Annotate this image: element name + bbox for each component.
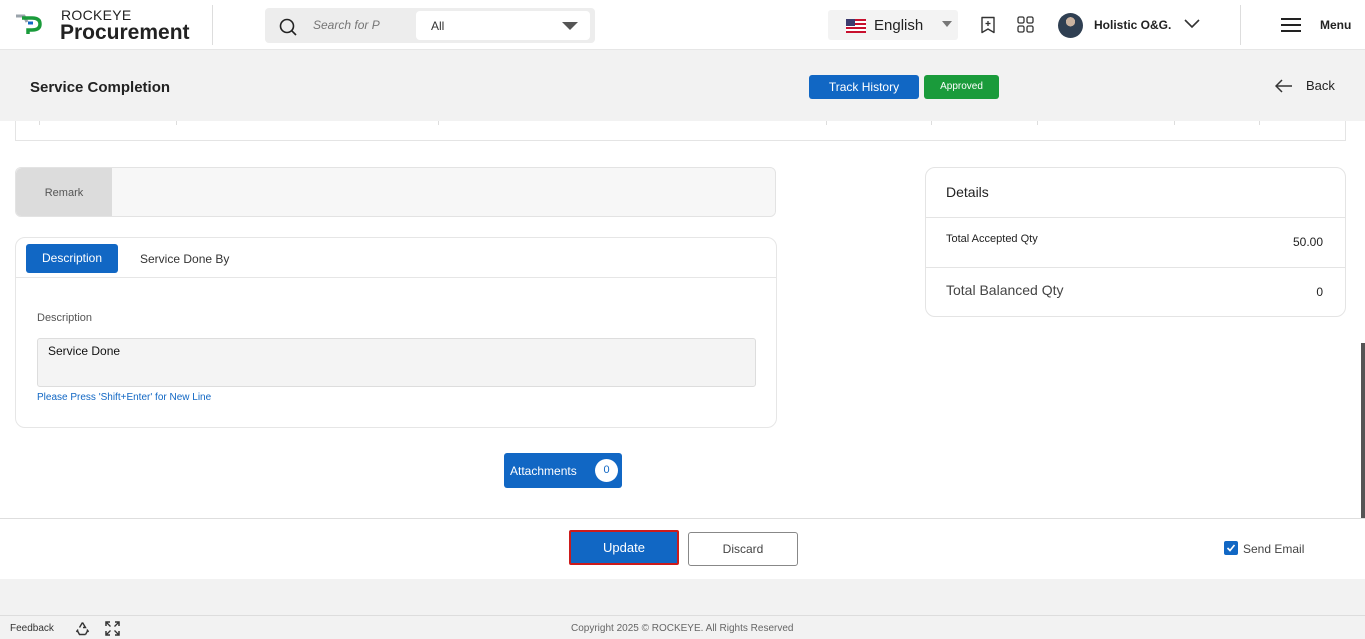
table-column-divider bbox=[1259, 121, 1260, 125]
attachments-count-badge: 0 bbox=[595, 459, 618, 482]
bookmark-icon[interactable] bbox=[980, 16, 996, 34]
total-accepted-qty-label: Total Accepted Qty bbox=[946, 233, 1038, 245]
status-badge: Approved bbox=[924, 75, 999, 99]
details-title: Details bbox=[946, 184, 989, 200]
table-column-divider bbox=[438, 121, 439, 125]
discard-button[interactable]: Discard bbox=[688, 532, 798, 566]
back-link[interactable]: Back bbox=[1306, 78, 1335, 93]
menu-label[interactable]: Menu bbox=[1320, 18, 1351, 32]
table-column-divider bbox=[1174, 121, 1175, 125]
scrollbar[interactable] bbox=[1361, 343, 1365, 518]
track-history-button[interactable]: Track History bbox=[809, 75, 919, 99]
feedback-link[interactable]: Feedback bbox=[10, 623, 54, 634]
remark-input[interactable] bbox=[112, 168, 775, 216]
back-arrow-icon[interactable] bbox=[1275, 79, 1293, 93]
send-email-checkbox[interactable] bbox=[1224, 541, 1238, 555]
top-navigation-bar: ROCKEYE Procurement All English bbox=[0, 0, 1365, 50]
attachments-label: Attachments bbox=[510, 464, 577, 478]
copyright-text: Copyright 2025 © ROCKEYE. All Rights Res… bbox=[571, 623, 794, 634]
fullscreen-icon[interactable] bbox=[105, 621, 120, 636]
search-icon[interactable] bbox=[279, 18, 297, 36]
divider bbox=[212, 5, 213, 45]
update-button[interactable]: Update bbox=[569, 530, 679, 565]
hamburger-menu-icon[interactable] bbox=[1280, 17, 1302, 33]
us-flag-icon bbox=[846, 19, 866, 33]
table-column-divider bbox=[39, 121, 40, 125]
tab-description[interactable]: Description bbox=[26, 244, 118, 273]
user-name[interactable]: Holistic O&G. bbox=[1094, 18, 1171, 32]
description-label: Description bbox=[37, 312, 93, 324]
page-header: Service Completion Track History Approve… bbox=[0, 51, 1365, 121]
avatar[interactable] bbox=[1058, 13, 1083, 38]
divider bbox=[1240, 5, 1241, 45]
table-column-divider bbox=[1037, 121, 1038, 125]
page-title: Service Completion bbox=[30, 79, 171, 96]
remark-field: Remark bbox=[15, 167, 776, 217]
footer: Feedback Copyright 2025 © ROCKEYE. All R… bbox=[0, 615, 1365, 639]
items-table-bottom-edge bbox=[15, 121, 1346, 141]
logo-icon bbox=[16, 14, 42, 34]
search-scope-value: All bbox=[431, 19, 445, 33]
total-balanced-qty-label: Total Balanced Qty bbox=[946, 282, 1064, 298]
table-column-divider bbox=[176, 121, 177, 125]
total-accepted-qty-value: 50.00 bbox=[1292, 235, 1323, 249]
tab-service-done-by[interactable]: Service Done By bbox=[140, 252, 229, 266]
recycle-icon[interactable] bbox=[75, 621, 90, 636]
table-column-divider bbox=[931, 121, 932, 125]
tab-bar: Description Service Done By bbox=[16, 238, 776, 278]
search-scope-select[interactable]: All bbox=[416, 11, 590, 40]
checkbox-check-icon bbox=[1226, 544, 1236, 552]
attachments-button[interactable]: Attachments 0 bbox=[504, 453, 622, 488]
total-balanced-qty-value: 0 bbox=[1316, 285, 1323, 299]
table-column-divider bbox=[826, 121, 827, 125]
description-textarea[interactable]: Service Done bbox=[37, 338, 756, 387]
chevron-down-icon bbox=[942, 21, 952, 27]
main-content: Remark Description Service Done By Descr… bbox=[0, 121, 1365, 518]
action-bar: Update Discard Send Email bbox=[0, 518, 1365, 579]
language-label: English bbox=[874, 17, 924, 34]
search-input[interactable] bbox=[313, 16, 383, 34]
global-search: All bbox=[265, 8, 595, 43]
description-hint: Please Press 'Shift+Enter' for New Line bbox=[37, 392, 212, 403]
language-selector[interactable]: English bbox=[828, 10, 958, 40]
divider bbox=[926, 267, 1345, 268]
chevron-down-icon bbox=[562, 22, 578, 30]
chevron-down-icon[interactable] bbox=[1183, 18, 1201, 30]
brand-name-product: Procurement bbox=[60, 21, 190, 44]
send-email-label: Send Email bbox=[1243, 542, 1305, 556]
remark-label: Remark bbox=[16, 168, 112, 216]
divider bbox=[926, 217, 1345, 218]
description-panel: Description Service Done By Description … bbox=[15, 237, 777, 428]
details-panel: Details Total Accepted Qty 50.00 Total B… bbox=[925, 167, 1346, 317]
apps-grid-icon[interactable] bbox=[1017, 16, 1034, 33]
